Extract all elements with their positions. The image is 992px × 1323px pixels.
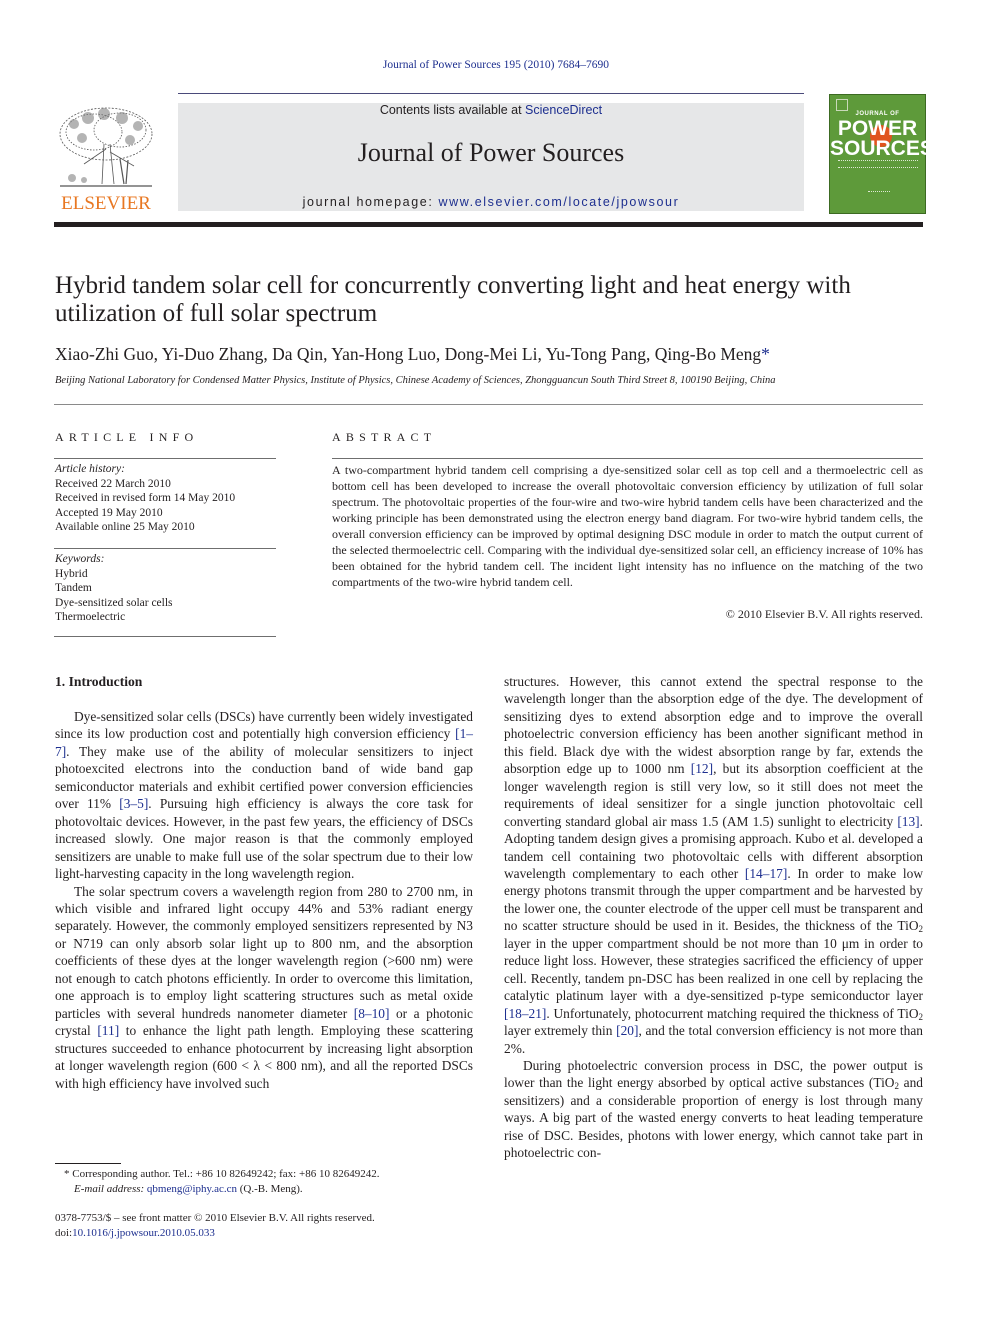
running-head[interactable]: Journal of Power Sources 195 (2010) 7684… — [0, 59, 992, 71]
keyword: Dye-sensitized solar cells — [55, 596, 173, 609]
masthead-top-rule — [178, 93, 804, 94]
citation-link[interactable]: [1–7] — [55, 726, 473, 758]
authors-text: Xiao-Zhi Guo, Yi-Duo Zhang, Da Qin, Yan-… — [55, 344, 762, 364]
body-column-left: Dye-sensitized solar cells (DSCs) have c… — [55, 708, 473, 1092]
issn-line: 0378-7753/$ – see front matter © 2010 El… — [55, 1212, 375, 1224]
history-label: Article history: — [55, 463, 125, 475]
masthead-bottom-rule — [54, 222, 923, 227]
citation-link[interactable]: [12] — [691, 761, 713, 776]
cover-title-power: POWER — [837, 117, 918, 140]
email-label: E-mail address: — [74, 1183, 147, 1195]
subscript: 2 — [918, 924, 924, 935]
keywords-label: Keywords: — [55, 553, 105, 565]
subscript: 2 — [894, 1081, 899, 1092]
front-matter: 0378-7753/$ – see front matter © 2010 El… — [55, 1211, 485, 1241]
subscript: 2 — [918, 1011, 924, 1022]
cover-publisher-mark — [836, 99, 848, 111]
footnote-marker: * — [64, 1168, 70, 1180]
paragraph: Dye-sensitized solar cells (DSCs) have c… — [55, 709, 473, 882]
citation-link[interactable]: [18–21] — [504, 1006, 546, 1021]
article-history: Article history: Received 22 March 2010 … — [55, 462, 277, 535]
cover-title-sources: SOURCES — [830, 137, 934, 160]
author-list: Xiao-Zhi Guo, Yi-Duo Zhang, Da Qin, Yan-… — [55, 344, 935, 365]
history-item: Received 22 March 2010 — [55, 477, 171, 490]
homepage-prefix: journal homepage: — [302, 195, 439, 209]
footnote-contact: Corresponding author. Tel.: +86 10 82649… — [72, 1168, 380, 1180]
journal-homepage-link[interactable]: www.elsevier.com/locate/jpowsour — [438, 195, 679, 209]
citation-link[interactable]: [14–17] — [745, 866, 787, 881]
section-heading-introduction: 1. Introduction — [55, 674, 143, 689]
history-item: Available online 25 May 2010 — [55, 521, 195, 533]
paragraph: structures. However, this cannot extend … — [504, 674, 924, 1056]
abstract-copyright: © 2010 Elsevier B.V. All rights reserved… — [725, 607, 923, 621]
doi-link[interactable]: 10.1016/j.jpowsour.2010.05.033 — [72, 1227, 215, 1239]
affiliation-rule — [54, 404, 923, 405]
citation-link[interactable]: [20] — [616, 1023, 638, 1038]
footnote-email-line: E-mail address: qbmeng@iphy.ac.cn (Q.-B.… — [64, 1182, 484, 1197]
abstract-text: A two-compartment hybrid tandem cell com… — [332, 463, 923, 589]
journal-name: Journal of Power Sources — [357, 138, 625, 167]
cover-title-large: POWER SOURCES — [830, 117, 934, 160]
keyword: Thermoelectric — [55, 611, 126, 623]
history-item: Accepted 19 May 2010 — [55, 506, 163, 519]
history-item: Received in revised form 14 May 2010 — [55, 492, 236, 504]
citation-link[interactable]: [13] — [897, 814, 919, 829]
cover-subtitle-lines — [838, 160, 918, 168]
citation-link[interactable]: [8–10] — [354, 1006, 390, 1021]
doi-label: doi: — [55, 1227, 73, 1239]
keywords-block: Keywords: Hybrid Tandem Dye-sensitized s… — [55, 552, 277, 625]
abstract-rule — [332, 458, 923, 459]
abstract-heading: ABSTRACT — [332, 430, 437, 444]
footnote-rule — [55, 1163, 121, 1164]
journal-homepage-line: journal homepage: www.elsevier.com/locat… — [178, 195, 804, 209]
article-info-heading: ARTICLE INFO — [55, 430, 199, 444]
article-info-rule-mid — [54, 548, 276, 549]
affiliation: Beijing National Laboratory for Condense… — [55, 375, 776, 386]
email-link[interactable]: qbmeng@iphy.ac.cn — [147, 1183, 237, 1195]
tree-icon — [59, 107, 153, 187]
keyword: Hybrid — [55, 567, 88, 580]
corresponding-author-footnote: * Corresponding author. Tel.: +86 10 826… — [64, 1167, 484, 1197]
citation-link[interactable]: [3–5] — [119, 796, 148, 811]
article-info-rule-bottom — [54, 636, 276, 637]
keyword: Tandem — [55, 582, 92, 594]
article-info-rule-top — [54, 458, 276, 459]
citation-link[interactable]: [11] — [97, 1023, 119, 1038]
sciencedirect-link[interactable]: ScienceDirect — [525, 103, 602, 117]
paragraph: The solar spectrum covers a wavelength r… — [55, 883, 474, 1091]
body-column-right: structures. However, this cannot extend … — [504, 673, 923, 1162]
article-title: Hybrid tandem solar cell for concurrentl… — [55, 272, 851, 327]
journal-cover-thumbnail[interactable]: JOURNAL OF POWER SOURCES — [829, 94, 934, 214]
footnote-line: * Corresponding author. Tel.: +86 10 826… — [64, 1167, 484, 1182]
elsevier-wordmark: ELSEVIER — [61, 193, 151, 214]
contents-available-line: Contents lists available at ScienceDirec… — [178, 103, 804, 117]
corresponding-author-marker[interactable]: * — [761, 344, 770, 364]
contents-prefix: Contents lists available at — [379, 103, 526, 117]
email-suffix: (Q.-B. Meng). — [236, 1183, 303, 1195]
cover-footer-mark — [868, 191, 890, 198]
paragraph: During photoelectric conversion process … — [504, 1057, 923, 1161]
doi-line: doi:10.1016/j.jpowsour.2010.05.033 — [55, 1226, 485, 1241]
